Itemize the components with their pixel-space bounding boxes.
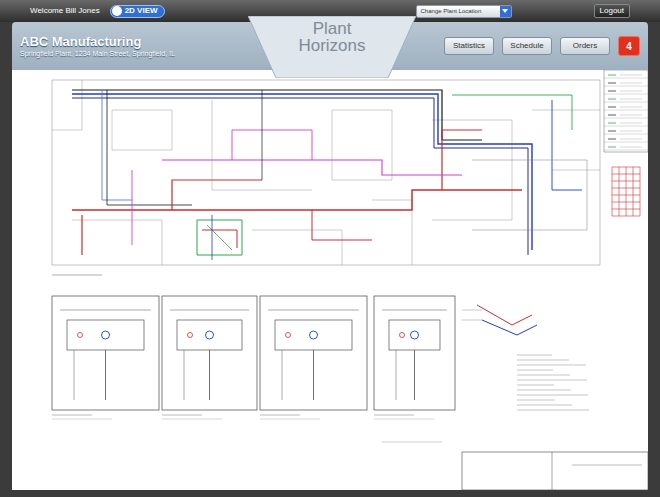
nav-button[interactable]: Statistics (444, 37, 494, 55)
view-toggle[interactable]: 2D VIEW (110, 5, 165, 18)
nav-buttons: Statistics Schedule Orders 4 (444, 36, 640, 56)
document-view (12, 70, 648, 490)
app-window: Welcome Bill Jones 2D VIEW Change Plant Lo… (0, 0, 660, 497)
company-address: Springfield Plant, 1234 Main Street, Spr… (20, 50, 175, 59)
toggle-label: 2D VIEW (125, 5, 158, 17)
chevron-down-icon (500, 6, 511, 17)
orders-badge[interactable]: 4 (618, 36, 640, 56)
toggle-knob (112, 6, 122, 16)
location-select[interactable]: Change Plant Location (416, 5, 512, 18)
logo-text: Horizons (298, 37, 365, 54)
logout-button[interactable]: Logout (594, 4, 630, 18)
nav-button[interactable]: Orders (560, 37, 610, 55)
welcome-text: Welcome Bill Jones (30, 5, 100, 17)
logo-text: Plant (313, 20, 352, 37)
logo-tab: PlantHorizons (248, 16, 416, 78)
floor-plan-drawing (12, 70, 648, 490)
nav-button[interactable]: Schedule (502, 37, 552, 55)
location-select-value: Change Plant Location (417, 7, 500, 16)
company-info: ABC ManufacturingSpringfield Plant, 1234… (20, 34, 175, 59)
company-name: ABC Manufacturing (20, 34, 175, 50)
